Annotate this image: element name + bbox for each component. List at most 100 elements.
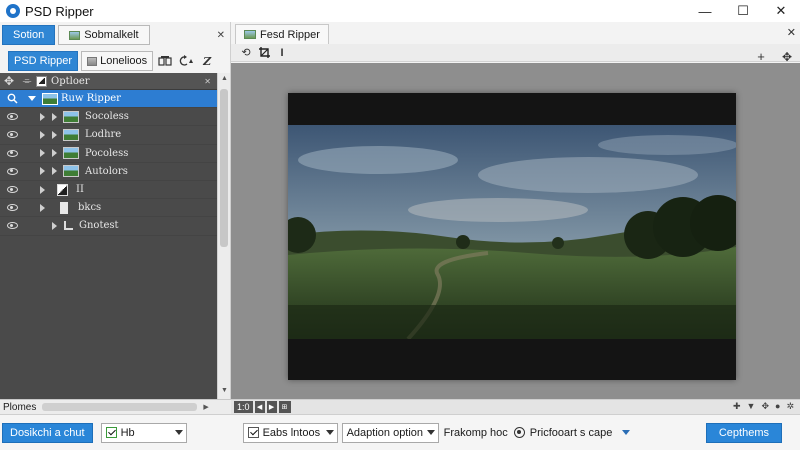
zoom-out-icon[interactable]: ◀	[254, 401, 265, 413]
image-icon	[244, 30, 256, 39]
refresh-icon[interactable]	[177, 52, 195, 70]
filter-icon[interactable]: ▼	[747, 401, 756, 412]
mask-icon[interactable]: ●	[775, 401, 780, 412]
expand-arrow-icon[interactable]	[40, 112, 45, 121]
document-tabs: Fesd Ripper ✕	[231, 22, 800, 44]
layer-label: Gnotest	[79, 220, 119, 232]
layer-label: II	[76, 184, 84, 196]
tab-sobmalkelt-label: Sobmalkelt	[84, 29, 139, 41]
image-frame	[288, 93, 736, 380]
chevron-down-icon[interactable]	[28, 96, 36, 102]
layer-row[interactable]: Autolors	[0, 163, 217, 181]
expand-arrow-icon[interactable]	[40, 130, 45, 139]
layers-scrollbar[interactable]: ▲ ▼	[217, 73, 230, 399]
panel-close-icon[interactable]: ✕	[217, 30, 225, 41]
layer-thumbnail	[63, 147, 79, 160]
layer-thumbnail	[63, 110, 79, 123]
layers-header-check-icon[interactable]	[36, 75, 47, 87]
tab-sotion[interactable]: Sotion	[2, 25, 56, 45]
landscape-photo	[288, 125, 736, 339]
layer-row[interactable]: Lodhre	[0, 126, 217, 145]
expand-arrow-icon[interactable]	[40, 185, 45, 194]
visibility-eye-icon[interactable]	[4, 222, 20, 230]
close-button[interactable]: ✕	[762, 0, 800, 22]
maximize-button[interactable]: ☐	[724, 0, 762, 22]
expand-arrow-icon[interactable]	[52, 221, 57, 230]
layer-label: Socoless	[85, 111, 129, 123]
expand-arrow-icon[interactable]	[52, 149, 57, 158]
rotate-icon[interactable]: ⟲	[237, 44, 255, 62]
search-icon[interactable]	[4, 93, 20, 104]
visibility-eye-icon[interactable]	[4, 113, 20, 121]
expand-arrow-icon[interactable]	[40, 203, 45, 212]
subtab-lonelioos[interactable]: Lonelioos	[81, 51, 154, 71]
dosikchi-button[interactable]: Dosikchi a chut	[2, 422, 93, 443]
profile-radio-icon[interactable]	[513, 427, 525, 438]
visibility-eye-icon[interactable]	[4, 186, 20, 194]
layers-header: ✥ ⌯ Optloer ✕	[0, 73, 217, 90]
layer-row[interactable]: Pocoless	[0, 145, 217, 163]
layer-row[interactable]: II	[0, 181, 217, 200]
subtab-psd-ripper[interactable]: PSD Ripper	[8, 51, 79, 71]
hb-select[interactable]: Hb	[100, 422, 187, 443]
mask-icon[interactable]: ⌯	[18, 73, 36, 90]
subtab-lonelioos-label: Lonelioos	[100, 55, 148, 67]
layer-row[interactable]: Socoless	[0, 108, 217, 127]
tab-sobmalkelt[interactable]: Sobmalkelt	[58, 25, 150, 45]
settings-icon[interactable]: ✲	[786, 401, 794, 412]
expand-arrow-icon[interactable]	[52, 112, 57, 121]
hb-toggle-icon	[105, 427, 117, 438]
layer-label: bkcs	[78, 202, 102, 214]
sun-icon[interactable]: ✥	[0, 73, 18, 90]
layer-thumbnail	[64, 221, 73, 231]
fit-screen-icon[interactable]: ⊞	[278, 401, 291, 413]
expand-arrow-icon[interactable]	[52, 130, 57, 139]
chevron-down-icon[interactable]	[622, 430, 631, 435]
layer-row[interactable]: Gnotest	[0, 217, 217, 236]
text-tool-icon[interactable]: Z	[198, 52, 216, 70]
frakomp-label: Frakomp hoc	[443, 426, 508, 439]
adoption-select[interactable]: Adaption option	[341, 422, 439, 443]
scrollbar-thumb[interactable]	[220, 89, 228, 247]
profile-select-value[interactable]: Pricfooart s cape	[530, 427, 613, 439]
expand-arrow-icon[interactable]	[40, 149, 45, 158]
layer-thumbnail	[42, 92, 58, 105]
crop-icon[interactable]	[255, 44, 273, 62]
zoom-level[interactable]: 1:0	[234, 401, 253, 413]
layer-label: Ruw Ripper	[61, 93, 121, 105]
status-icons: ✚ ▼ ✥ ● ✲	[733, 401, 794, 412]
tab-fesd-ripper[interactable]: Fesd Ripper	[235, 24, 329, 44]
expand-arrow-icon[interactable]	[52, 167, 57, 176]
document-close-icon[interactable]: ✕	[787, 26, 796, 39]
visibility-eye-icon[interactable]	[4, 167, 20, 175]
layer-row[interactable]: Ruw Ripper	[0, 90, 217, 109]
zoom-strip: 1:0 ◀ ▶ ⊞ ✚ ▼ ✥ ● ✲	[231, 399, 800, 414]
confirm-button[interactable]: Cepthems	[705, 422, 782, 443]
fx-icon[interactable]: ✥	[761, 401, 769, 412]
scroll-down-icon[interactable]: ▼	[221, 387, 228, 394]
visibility-eye-icon[interactable]	[4, 149, 20, 157]
image-icon	[87, 56, 98, 66]
link-layers-icon[interactable]	[156, 52, 174, 70]
horizontal-scrollbar[interactable]	[42, 403, 198, 411]
layer-row[interactable]: bkcs	[0, 199, 217, 218]
layer-label: Pocoless	[85, 147, 129, 159]
left-panel: Sotion Sobmalkelt ✕ PSD Ripper Lonelioos…	[0, 22, 231, 414]
expand-arrow-icon[interactable]	[40, 167, 45, 176]
scroll-right-icon[interactable]: ▶	[203, 403, 208, 411]
canvas-viewport[interactable]	[231, 63, 800, 399]
visibility-eye-icon[interactable]	[4, 131, 20, 139]
panel-subtabs: PSD Ripper Lonelioos Z	[0, 49, 231, 73]
scroll-up-icon[interactable]: ▲	[221, 75, 228, 82]
layers-header-close-icon[interactable]: ✕	[204, 77, 211, 86]
layers-list: ✥ ⌯ Optloer ✕ Ruw Ripper Socoless Lodhre…	[0, 73, 217, 399]
zoom-in-icon[interactable]: ▶	[266, 401, 277, 413]
edits-select[interactable]: Eabs lntoos	[242, 422, 338, 443]
hb-select-value: Hb	[120, 426, 135, 439]
visibility-eye-icon[interactable]	[4, 204, 20, 212]
type-tool-icon[interactable]: I	[273, 44, 291, 62]
layers-header-label: Optloer	[51, 75, 90, 87]
minimize-button[interactable]: —	[686, 0, 724, 22]
add-layer-icon[interactable]: ✚	[733, 401, 741, 412]
document-pane: Fesd Ripper ✕ ⟲ I + ✥ 1:0 ◀ ▶ ⊞ ✚ ▼ ✥ ● …	[231, 22, 800, 414]
